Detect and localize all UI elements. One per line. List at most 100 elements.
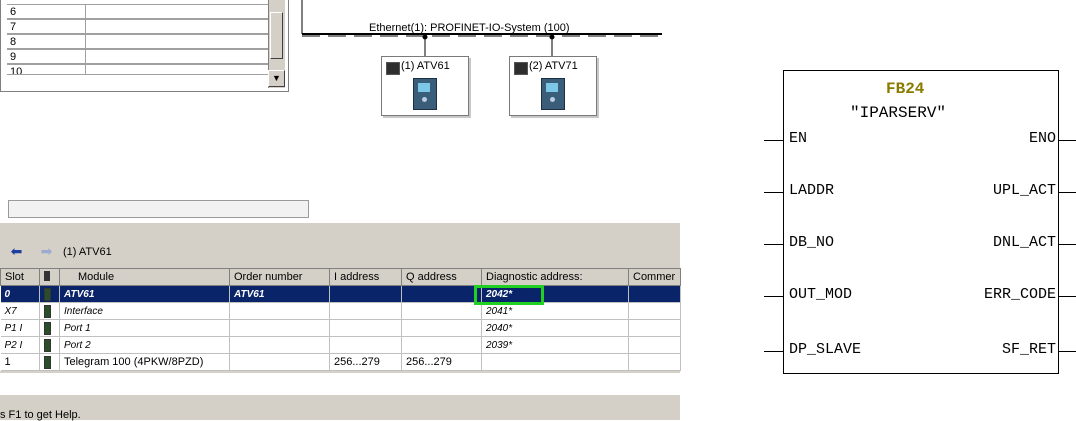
table-row[interactable]: X7 Interface 2041* bbox=[0, 302, 681, 320]
table-header: Slot Module Order number I address Q add… bbox=[0, 268, 681, 286]
pin-dp-slave: DP_SLAVE bbox=[789, 341, 862, 358]
slot-number: 7 bbox=[10, 21, 17, 33]
slot-row[interactable]: 10 bbox=[7, 64, 268, 75]
module-cell: ATV61 bbox=[59, 285, 230, 303]
pin-db-no: DB_NO bbox=[789, 234, 835, 251]
col-comment[interactable]: Commer bbox=[628, 268, 681, 286]
diagnostic-cell: 2039* bbox=[481, 336, 629, 354]
input-wire bbox=[764, 140, 783, 141]
order-cell bbox=[229, 353, 330, 371]
q-address-cell bbox=[401, 319, 482, 337]
table-row[interactable]: P1 I Port 1 2040* bbox=[0, 319, 681, 337]
i-address-cell bbox=[329, 302, 402, 320]
output-wire bbox=[1059, 351, 1076, 352]
input-wire bbox=[764, 192, 783, 193]
i-address-cell bbox=[329, 336, 402, 354]
output-wire bbox=[1059, 244, 1076, 245]
module-cell: Interface bbox=[59, 302, 230, 320]
module-column-icon bbox=[44, 270, 50, 281]
network-diagram bbox=[301, 0, 662, 57]
scroll-down-button[interactable]: ▼ bbox=[268, 70, 285, 87]
input-wire bbox=[764, 351, 783, 352]
col-module[interactable]: Module bbox=[59, 268, 230, 286]
order-cell bbox=[229, 302, 330, 320]
slot-number: 6 bbox=[10, 6, 17, 18]
function-block-name: FB24 bbox=[886, 80, 925, 98]
module-icon bbox=[39, 319, 60, 337]
module-icon bbox=[39, 285, 60, 303]
pin-out-mod: OUT_MOD bbox=[789, 286, 853, 303]
slot-list[interactable]: 6 7 8 9 10 bbox=[0, 0, 289, 92]
col-slot[interactable]: Slot bbox=[0, 268, 40, 286]
status-text: s F1 to get Help. bbox=[0, 409, 81, 421]
col-i-address[interactable]: I address bbox=[329, 268, 402, 286]
pin-upl-act: UPL_ACT bbox=[992, 182, 1056, 199]
chevron-down-icon: ▼ bbox=[272, 73, 281, 83]
pin-sf-ret: SF_RET bbox=[1001, 341, 1056, 358]
device-label: (1) ATV61 bbox=[401, 60, 450, 72]
slot-row[interactable]: 7 bbox=[7, 19, 268, 34]
slot-cell: X7 bbox=[0, 302, 40, 320]
pane-splitter[interactable] bbox=[8, 200, 309, 218]
input-wire bbox=[764, 244, 783, 245]
network-label: Ethernet(1): PROFINET-IO-System (100) bbox=[369, 22, 570, 34]
order-cell: ATV61 bbox=[229, 285, 330, 303]
status-bar bbox=[0, 394, 680, 420]
scrollbar-thumb[interactable] bbox=[270, 12, 283, 59]
comment-cell bbox=[628, 336, 681, 354]
drive-icon bbox=[413, 78, 437, 110]
device-label: (2) ATV71 bbox=[529, 60, 578, 72]
slot-cell: P1 I bbox=[0, 319, 40, 337]
table-row[interactable]: P2 I Port 2 2039* bbox=[0, 336, 681, 354]
i-address-cell: 256...279 bbox=[329, 353, 402, 371]
input-wire bbox=[764, 296, 783, 297]
table-row[interactable]: 1 Telegram 100 (4PKW/8PZD) 256...279 256… bbox=[0, 353, 681, 371]
module-cell: Port 2 bbox=[59, 336, 230, 354]
col-q-address[interactable]: Q address bbox=[401, 268, 482, 286]
col-icon[interactable] bbox=[39, 268, 60, 286]
output-wire bbox=[1059, 140, 1076, 141]
module-cell: Port 1 bbox=[59, 319, 230, 337]
pin-dnl-act: DNL_ACT bbox=[992, 234, 1056, 251]
order-cell bbox=[229, 336, 330, 354]
i-address-cell bbox=[329, 285, 402, 303]
slot-cell: 1 bbox=[0, 353, 40, 371]
comment-cell bbox=[628, 319, 681, 337]
module-cell: Telegram 100 (4PKW/8PZD) bbox=[59, 353, 230, 371]
i-address-cell bbox=[329, 319, 402, 337]
q-address-cell bbox=[401, 336, 482, 354]
comment-cell bbox=[628, 302, 681, 320]
col-order-number[interactable]: Order number bbox=[229, 268, 330, 286]
pin-eno: ENO bbox=[1028, 130, 1056, 147]
station-title: (1) ATV61 bbox=[63, 246, 112, 258]
output-wire bbox=[1059, 296, 1076, 297]
module-icon bbox=[39, 353, 60, 371]
module-icon bbox=[39, 302, 60, 320]
table-row[interactable]: 0 ATV61 ATV61 2042* bbox=[0, 285, 681, 303]
order-cell bbox=[229, 319, 330, 337]
device-icon bbox=[386, 62, 400, 75]
col-diagnostic-address[interactable]: Diagnostic address: bbox=[481, 268, 629, 286]
comment-cell bbox=[628, 353, 681, 371]
slot-row[interactable]: 9 bbox=[7, 49, 268, 64]
device-icon bbox=[514, 62, 528, 75]
forward-arrow-icon[interactable]: ➡ bbox=[38, 244, 55, 259]
diagnostic-cell: 2040* bbox=[481, 319, 629, 337]
diagnostic-cell: 2041* bbox=[481, 302, 629, 320]
drive-icon bbox=[541, 78, 565, 110]
device-atv71[interactable]: (2) ATV71 bbox=[509, 56, 597, 116]
q-address-cell bbox=[401, 285, 482, 303]
slot-row[interactable]: 8 bbox=[7, 34, 268, 49]
slot-number: 10 bbox=[10, 66, 23, 75]
slot-row[interactable]: 6 bbox=[7, 4, 268, 19]
back-arrow-icon[interactable]: ⬅ bbox=[8, 244, 25, 259]
comment-cell bbox=[628, 285, 681, 303]
pin-err-code: ERR_CODE bbox=[983, 286, 1056, 303]
device-atv61[interactable]: (1) ATV61 bbox=[381, 56, 469, 116]
q-address-cell: 256...279 bbox=[401, 353, 482, 371]
slot-number: 9 bbox=[10, 51, 17, 63]
function-block-symbol: "IPARSERV" bbox=[850, 104, 947, 122]
q-address-cell bbox=[401, 302, 482, 320]
module-icon bbox=[39, 336, 60, 354]
pin-en: EN bbox=[789, 130, 808, 147]
